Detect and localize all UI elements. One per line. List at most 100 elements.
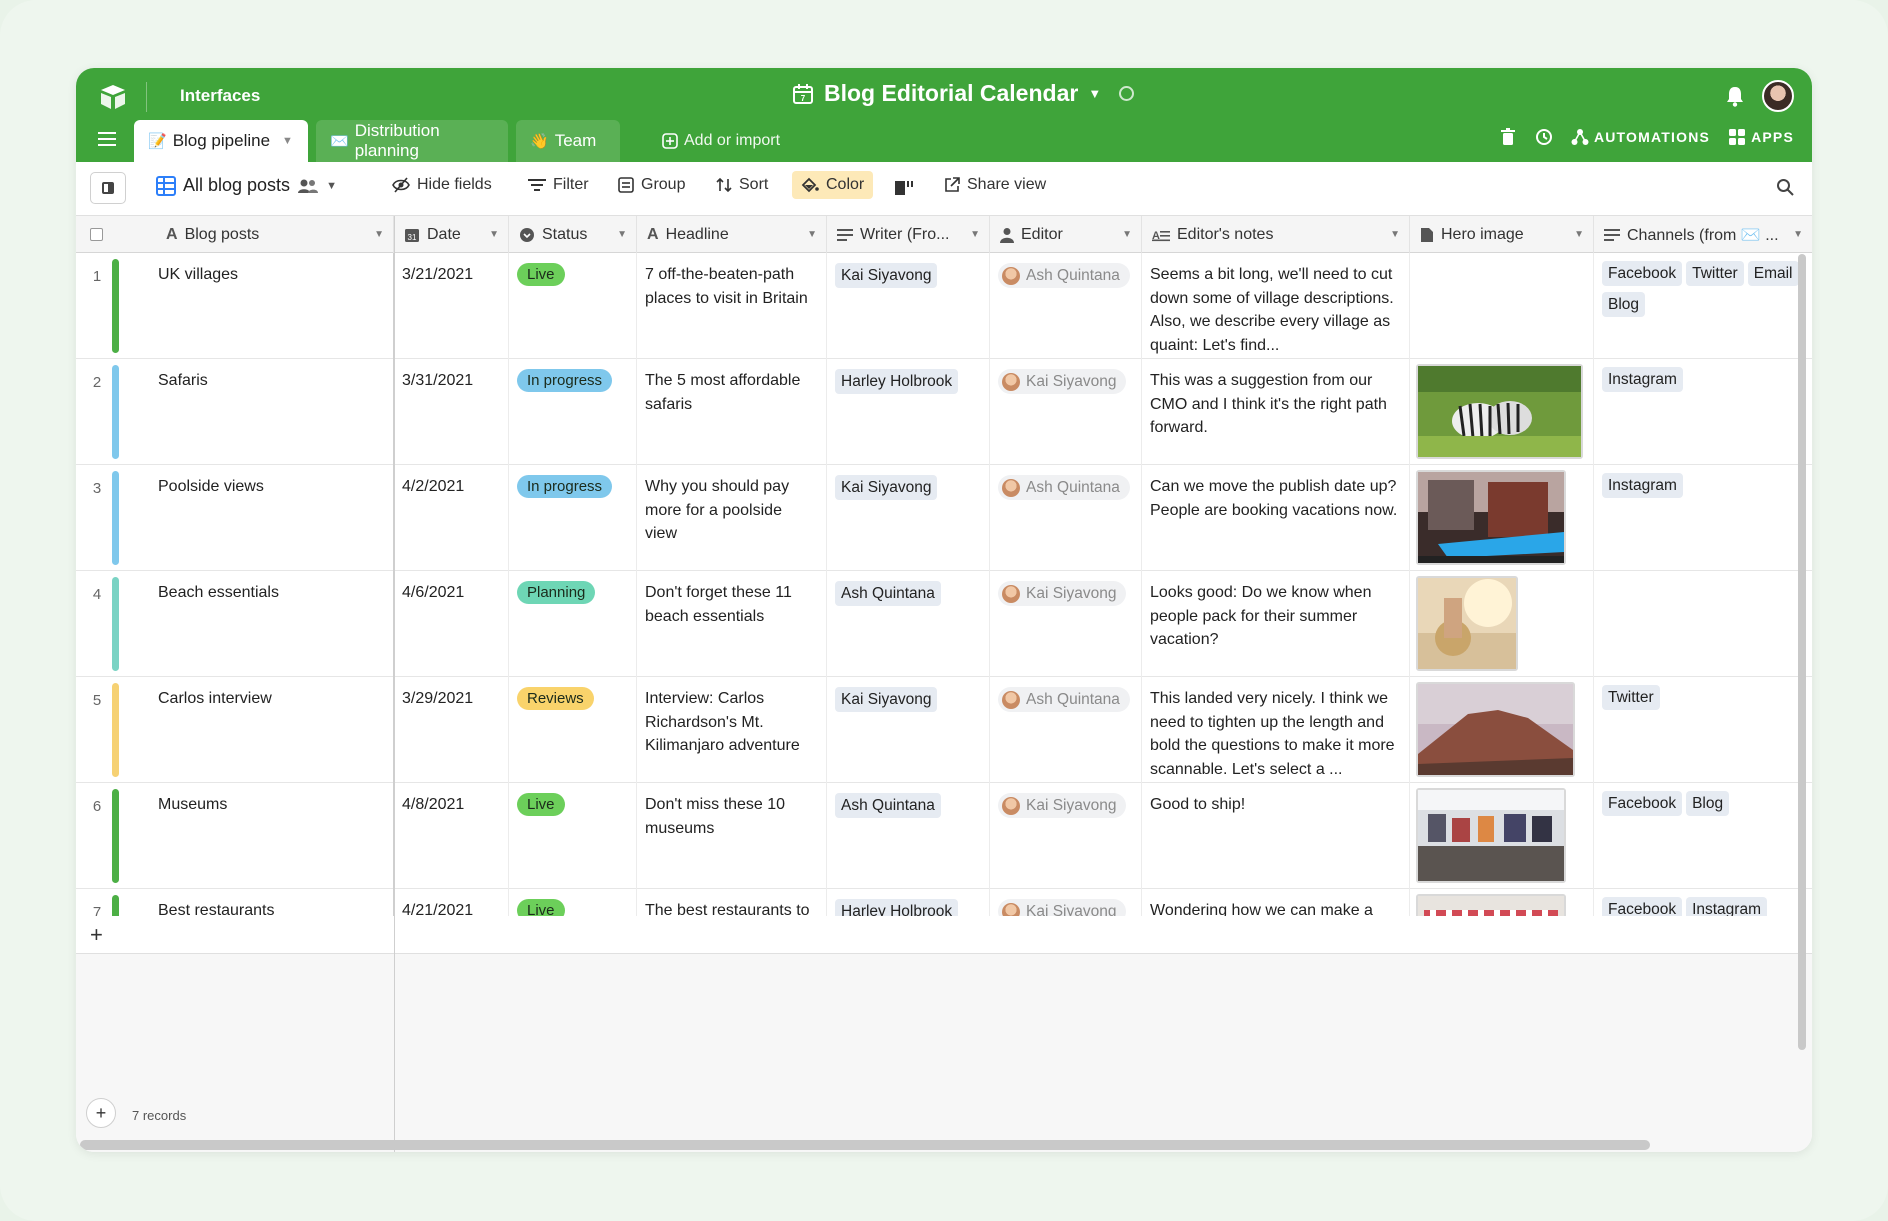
share-view-button[interactable]: Share view	[944, 176, 1046, 194]
blog-post-cell[interactable]: Museums	[76, 783, 394, 889]
sort-button[interactable]: Sort	[716, 176, 768, 194]
plus-icon[interactable]: +	[90, 922, 103, 948]
menu-icon[interactable]	[98, 130, 118, 148]
chevron-down-icon[interactable]: ▼	[970, 229, 980, 240]
vertical-scrollbar[interactable]	[1798, 254, 1806, 1050]
blog-post-cell[interactable]: Poolside views	[76, 465, 394, 571]
date-cell[interactable]: 4/8/2021	[394, 783, 509, 889]
table-row[interactable]: 6 Museums 4/8/2021 Live Don't miss these…	[76, 783, 1812, 889]
table-row[interactable]: 4 Beach essentials 4/6/2021 Planning Don…	[76, 571, 1812, 677]
channels-cell[interactable]: Facebook Blog	[1594, 783, 1812, 889]
horizontal-scrollbar[interactable]	[80, 1140, 1650, 1150]
channels-cell[interactable]: Instagram	[1594, 465, 1812, 571]
search-icon[interactable]	[1776, 178, 1794, 196]
editors-notes-cell[interactable]: Looks good: Do we know when people pack …	[1142, 571, 1410, 677]
editors-notes-cell[interactable]: This landed very nicely. I think we need…	[1142, 677, 1410, 783]
chevron-down-icon[interactable]: ▼	[489, 229, 499, 240]
editor-cell[interactable]: Kai Siyavong	[990, 783, 1142, 889]
headline-cell[interactable]: The 5 most affordable safaris	[637, 359, 827, 465]
color-button[interactable]: Color	[792, 171, 874, 199]
writer-cell[interactable]: Kai Siyavong	[827, 677, 990, 783]
status-cell[interactable]: Live	[509, 253, 637, 359]
headline-cell[interactable]: 7 off-the-beaten-path places to visit in…	[637, 253, 827, 359]
status-cell[interactable]: Reviews	[509, 677, 637, 783]
add-or-import-button[interactable]: Add or import	[648, 120, 794, 162]
editor-cell[interactable]: Ash Quintana	[990, 465, 1142, 571]
column-header-editor[interactable]: Editor ▼	[990, 216, 1142, 253]
history-icon[interactable]	[1535, 128, 1553, 146]
apps-button[interactable]: APPS	[1728, 128, 1794, 146]
status-cell[interactable]: In progress	[509, 359, 637, 465]
date-cell[interactable]: 3/21/2021	[394, 253, 509, 359]
blog-post-cell[interactable]: Beach essentials	[76, 571, 394, 677]
chevron-down-icon[interactable]: ▼	[282, 135, 293, 147]
sidebar-toggle-button[interactable]	[90, 172, 126, 204]
editor-cell[interactable]: Ash Quintana	[990, 677, 1142, 783]
table-row[interactable]: 1 UK villages 3/21/2021 Live 7 off-the-b…	[76, 253, 1812, 359]
chevron-down-icon[interactable]: ▼	[374, 229, 384, 240]
hero-image-cell[interactable]	[1410, 465, 1594, 571]
chevron-down-icon[interactable]: ▼	[1793, 229, 1803, 240]
writer-cell[interactable]: Kai Siyavong	[827, 465, 990, 571]
bell-icon[interactable]	[1724, 84, 1746, 108]
column-header-writer[interactable]: Writer (Fro... ▼	[827, 216, 990, 253]
channels-cell[interactable]: Instagram	[1594, 359, 1812, 465]
column-header-status[interactable]: Status ▼	[509, 216, 637, 253]
chevron-down-icon[interactable]: ▼	[617, 229, 627, 240]
base-title[interactable]: 7 Blog Editorial Calendar ▼	[792, 80, 1135, 107]
hero-image-cell[interactable]	[1410, 359, 1594, 465]
column-header-date[interactable]: 31 Date ▼	[394, 216, 509, 253]
status-cell[interactable]: Planning	[509, 571, 637, 677]
hide-fields-button[interactable]: Hide fields	[392, 176, 492, 194]
headline-cell[interactable]: Interview: Carlos Richardson's Mt. Kilim…	[637, 677, 827, 783]
writer-cell[interactable]: Ash Quintana	[827, 571, 990, 677]
blog-post-cell[interactable]: UK villages	[76, 253, 394, 359]
editors-notes-cell[interactable]: Good to ship!	[1142, 783, 1410, 889]
chevron-down-icon[interactable]: ▼	[1088, 86, 1101, 101]
chevron-down-icon[interactable]: ▼	[1122, 229, 1132, 240]
date-cell[interactable]: 4/2/2021	[394, 465, 509, 571]
column-header-hero-image[interactable]: Hero image ▼	[1410, 216, 1594, 253]
hero-image-cell[interactable]	[1410, 677, 1594, 783]
column-header-editors-notes[interactable]: A Editor's notes ▼	[1142, 216, 1410, 253]
editor-cell[interactable]: Kai Siyavong	[990, 571, 1142, 677]
column-header-headline[interactable]: A Headline ▼	[637, 216, 827, 253]
editor-cell[interactable]: Kai Siyavong	[990, 359, 1142, 465]
blog-post-cell[interactable]: Carlos interview	[76, 677, 394, 783]
beach-hero-image[interactable]	[1416, 576, 1518, 671]
select-all-checkbox[interactable]	[90, 228, 103, 241]
channels-cell[interactable]	[1594, 571, 1812, 677]
hero-image-cell[interactable]	[1410, 571, 1594, 677]
channels-cell[interactable]: Facebook Twitter Email Blog	[1594, 253, 1812, 359]
museum-hero-image[interactable]	[1416, 788, 1566, 883]
headline-cell[interactable]: Why you should pay more for a poolside v…	[637, 465, 827, 571]
info-icon[interactable]	[1119, 86, 1135, 101]
writer-cell[interactable]: Harley Holbrook	[827, 359, 990, 465]
hero-image-cell[interactable]	[1410, 783, 1594, 889]
user-avatar[interactable]	[1762, 80, 1794, 112]
interfaces-link[interactable]: Interfaces	[180, 86, 260, 106]
headline-cell[interactable]: Don't miss these 10 museums	[637, 783, 827, 889]
chevron-down-icon[interactable]: ▼	[1574, 229, 1584, 240]
hero-image-cell[interactable]	[1410, 253, 1594, 359]
editor-cell[interactable]: Ash Quintana	[990, 253, 1142, 359]
pool-hero-image[interactable]	[1416, 470, 1566, 565]
add-record-button[interactable]: +	[86, 1098, 116, 1128]
add-record-row[interactable]: +	[76, 916, 1812, 954]
group-button[interactable]: Group	[618, 176, 685, 194]
date-cell[interactable]: 3/31/2021	[394, 359, 509, 465]
view-switcher[interactable]: All blog posts ▼	[156, 175, 337, 196]
zebra-hero-image[interactable]	[1416, 364, 1583, 459]
mountain-hero-image[interactable]	[1416, 682, 1575, 777]
date-cell[interactable]: 3/29/2021	[394, 677, 509, 783]
editors-notes-cell[interactable]: Can we move the publish date up? People …	[1142, 465, 1410, 571]
tab-distribution-planning[interactable]: ✉️ Distribution planning	[316, 120, 508, 162]
editors-notes-cell[interactable]: Seems a bit long, we'll need to cut down…	[1142, 253, 1410, 359]
column-header-channels[interactable]: Channels (from ✉️ ... ▼	[1594, 216, 1812, 253]
status-cell[interactable]: Live	[509, 783, 637, 889]
table-row[interactable]: 3 Poolside views 4/2/2021 In progress Wh…	[76, 465, 1812, 571]
tab-blog-pipeline[interactable]: 📝 Blog pipeline ▼	[134, 120, 308, 162]
column-header-blog-posts[interactable]: A Blog posts ▼	[156, 216, 394, 253]
trash-icon[interactable]	[1499, 128, 1517, 146]
chevron-down-icon[interactable]: ▼	[326, 180, 337, 192]
